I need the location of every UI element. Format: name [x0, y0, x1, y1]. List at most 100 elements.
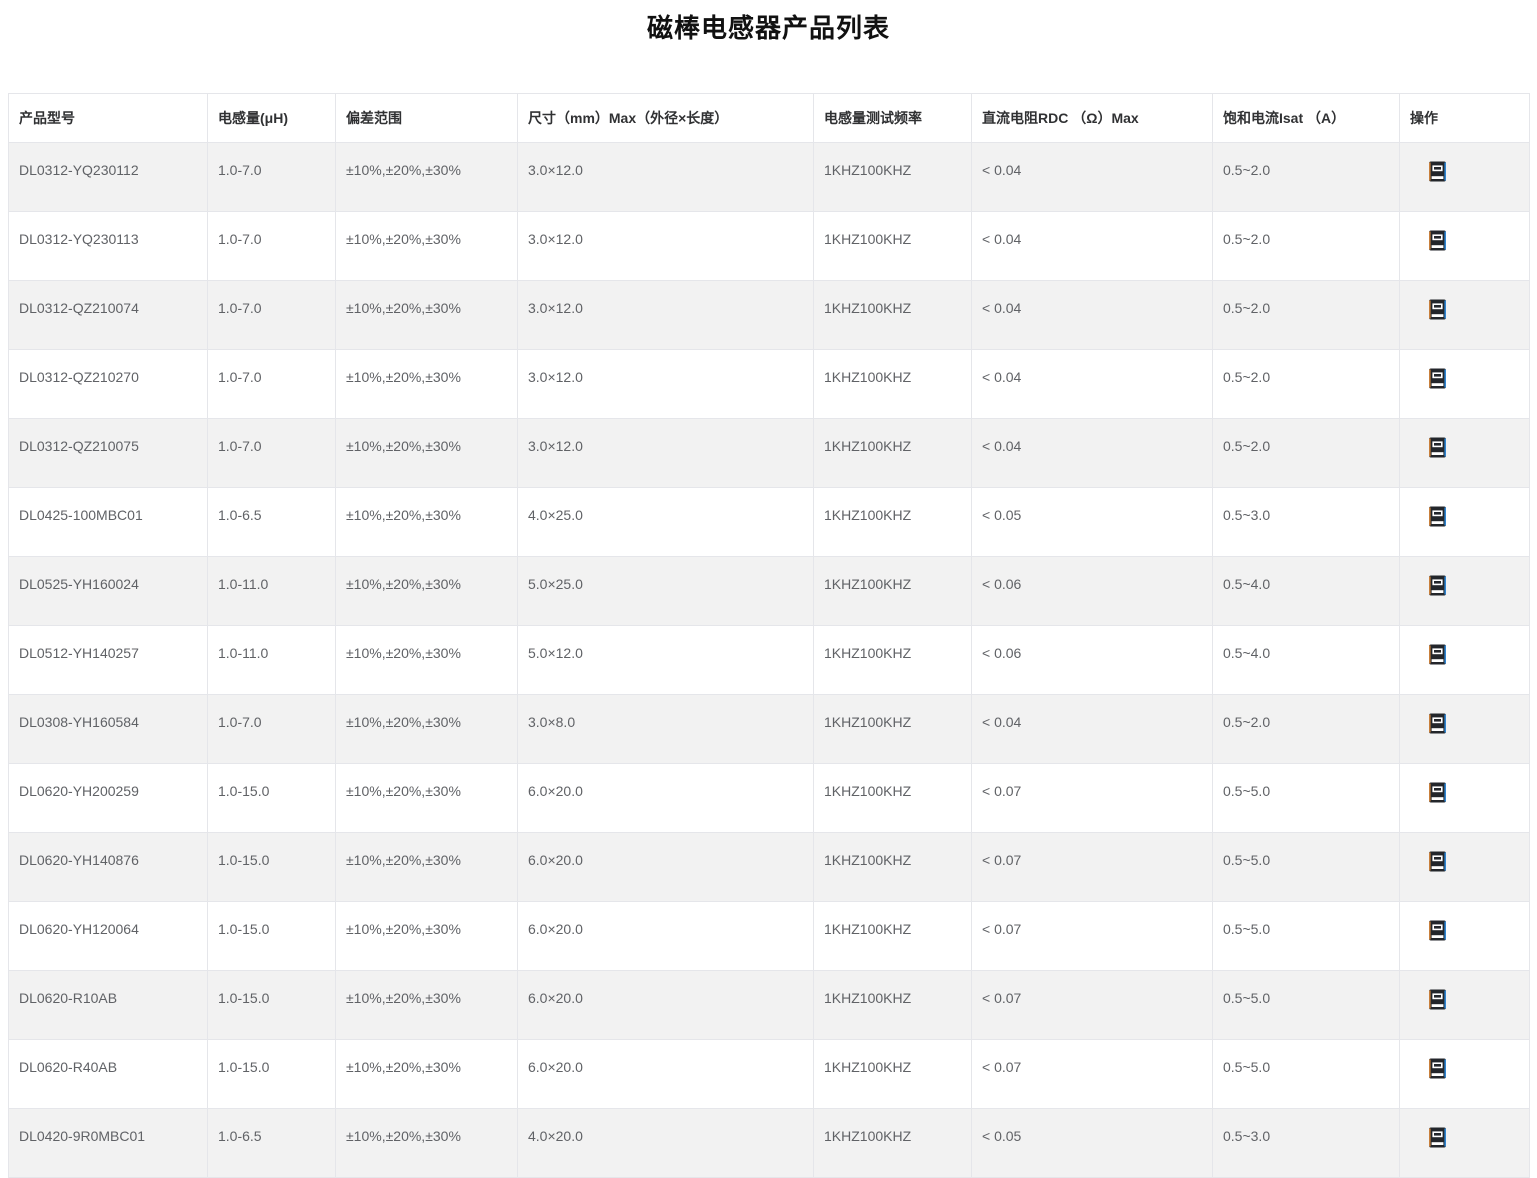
- cell-tolerance: ±10%,±20%,±30%: [335, 1039, 518, 1109]
- cell-rdc: < 0.07: [971, 901, 1213, 971]
- cell-action: [1399, 1108, 1530, 1178]
- cell-size: 6.0×20.0: [517, 763, 814, 833]
- cell-isat: 0.5~5.0: [1212, 763, 1400, 833]
- book-icon: [1428, 851, 1447, 872]
- table-body: DL0312-YQ230112 1.0-7.0 ±10%,±20%,±30% 3…: [8, 142, 1530, 1178]
- cell-isat: 0.5~2.0: [1212, 280, 1400, 350]
- cell-inductance: 1.0-15.0: [207, 1039, 336, 1109]
- cell-model: DL0312-QZ210074: [8, 280, 208, 350]
- cell-test-freq: 1KHZ100KHZ: [813, 349, 972, 419]
- table-row: DL0620-YH120064 1.0-15.0 ±10%,±20%,±30% …: [8, 901, 1530, 971]
- cell-model: DL0620-YH120064: [8, 901, 208, 971]
- table-row: DL0620-R40AB 1.0-15.0 ±10%,±20%,±30% 6.0…: [8, 1039, 1530, 1109]
- book-icon: [1428, 575, 1447, 596]
- cell-size: 3.0×8.0: [517, 694, 814, 764]
- cell-test-freq: 1KHZ100KHZ: [813, 1039, 972, 1109]
- cell-action: [1399, 349, 1530, 419]
- cell-size: 3.0×12.0: [517, 418, 814, 488]
- book-icon: [1428, 368, 1447, 389]
- view-detail-button[interactable]: [1428, 989, 1447, 1010]
- cell-inductance: 1.0-7.0: [207, 211, 336, 281]
- cell-size: 6.0×20.0: [517, 832, 814, 902]
- cell-inductance: 1.0-15.0: [207, 832, 336, 902]
- cell-test-freq: 1KHZ100KHZ: [813, 280, 972, 350]
- cell-model: DL0620-YH140876: [8, 832, 208, 902]
- cell-size: 5.0×25.0: [517, 556, 814, 626]
- cell-action: [1399, 625, 1530, 695]
- cell-rdc: < 0.07: [971, 970, 1213, 1040]
- col-header-tolerance: 偏差范围: [335, 93, 518, 143]
- cell-test-freq: 1KHZ100KHZ: [813, 211, 972, 281]
- view-detail-button[interactable]: [1428, 161, 1447, 182]
- view-detail-button[interactable]: [1428, 713, 1447, 734]
- page-title: 磁棒电感器产品列表: [646, 13, 890, 43]
- col-header-test-freq: 电感量测试频率: [813, 93, 972, 143]
- cell-action: [1399, 694, 1530, 764]
- cell-isat: 0.5~5.0: [1212, 970, 1400, 1040]
- product-table: 产品型号 电感量(μH) 偏差范围 尺寸（mm）Max（外径×长度） 电感量测试…: [8, 93, 1530, 1178]
- view-detail-button[interactable]: [1428, 851, 1447, 872]
- view-detail-button[interactable]: [1428, 230, 1447, 251]
- cell-test-freq: 1KHZ100KHZ: [813, 970, 972, 1040]
- cell-inductance: 1.0-6.5: [207, 1108, 336, 1178]
- view-detail-button[interactable]: [1428, 299, 1447, 320]
- cell-model: DL0525-YH160024: [8, 556, 208, 626]
- book-icon: [1428, 1058, 1447, 1079]
- view-detail-button[interactable]: [1428, 575, 1447, 596]
- cell-test-freq: 1KHZ100KHZ: [813, 625, 972, 695]
- cell-action: [1399, 280, 1530, 350]
- book-icon: [1428, 644, 1447, 665]
- cell-size: 3.0×12.0: [517, 280, 814, 350]
- cell-isat: 0.5~3.0: [1212, 487, 1400, 557]
- cell-isat: 0.5~2.0: [1212, 211, 1400, 281]
- cell-isat: 0.5~4.0: [1212, 556, 1400, 626]
- col-header-size: 尺寸（mm）Max（外径×长度）: [517, 93, 814, 143]
- view-detail-button[interactable]: [1428, 506, 1447, 527]
- cell-rdc: < 0.04: [971, 694, 1213, 764]
- table-row: DL0312-QZ210075 1.0-7.0 ±10%,±20%,±30% 3…: [8, 418, 1530, 488]
- cell-tolerance: ±10%,±20%,±30%: [335, 625, 518, 695]
- cell-isat: 0.5~5.0: [1212, 1039, 1400, 1109]
- cell-rdc: < 0.04: [971, 280, 1213, 350]
- col-header-rdc: 直流电阻RDC （Ω）Max: [971, 93, 1213, 143]
- col-header-action: 操作: [1399, 93, 1530, 143]
- table-row: DL0620-YH200259 1.0-15.0 ±10%,±20%,±30% …: [8, 763, 1530, 833]
- cell-test-freq: 1KHZ100KHZ: [813, 763, 972, 833]
- view-detail-button[interactable]: [1428, 1127, 1447, 1148]
- cell-model: DL0620-YH200259: [8, 763, 208, 833]
- cell-isat: 0.5~5.0: [1212, 832, 1400, 902]
- view-detail-button[interactable]: [1428, 437, 1447, 458]
- cell-tolerance: ±10%,±20%,±30%: [335, 1108, 518, 1178]
- cell-rdc: < 0.07: [971, 763, 1213, 833]
- cell-model: DL0620-R40AB: [8, 1039, 208, 1109]
- book-icon: [1428, 299, 1447, 320]
- col-header-inductance: 电感量(μH): [207, 93, 336, 143]
- cell-tolerance: ±10%,±20%,±30%: [335, 142, 518, 212]
- table-row: DL0312-QZ210074 1.0-7.0 ±10%,±20%,±30% 3…: [8, 280, 1530, 350]
- cell-test-freq: 1KHZ100KHZ: [813, 901, 972, 971]
- view-detail-button[interactable]: [1428, 920, 1447, 941]
- cell-action: [1399, 418, 1530, 488]
- cell-isat: 0.5~2.0: [1212, 694, 1400, 764]
- view-detail-button[interactable]: [1428, 1058, 1447, 1079]
- cell-action: [1399, 763, 1530, 833]
- cell-test-freq: 1KHZ100KHZ: [813, 487, 972, 557]
- cell-size: 6.0×20.0: [517, 1039, 814, 1109]
- table-row: DL0308-YH160584 1.0-7.0 ±10%,±20%,±30% 3…: [8, 694, 1530, 764]
- book-icon: [1428, 920, 1447, 941]
- cell-inductance: 1.0-7.0: [207, 280, 336, 350]
- cell-tolerance: ±10%,±20%,±30%: [335, 763, 518, 833]
- view-detail-button[interactable]: [1428, 368, 1447, 389]
- cell-action: [1399, 901, 1530, 971]
- cell-tolerance: ±10%,±20%,±30%: [335, 970, 518, 1040]
- cell-size: 3.0×12.0: [517, 349, 814, 419]
- view-detail-button[interactable]: [1428, 782, 1447, 803]
- cell-model: DL0425-100MBC01: [8, 487, 208, 557]
- cell-tolerance: ±10%,±20%,±30%: [335, 418, 518, 488]
- cell-test-freq: 1KHZ100KHZ: [813, 556, 972, 626]
- table-row: DL0312-QZ210270 1.0-7.0 ±10%,±20%,±30% 3…: [8, 349, 1530, 419]
- cell-model: DL0312-YQ230112: [8, 142, 208, 212]
- cell-isat: 0.5~3.0: [1212, 1108, 1400, 1178]
- view-detail-button[interactable]: [1428, 644, 1447, 665]
- cell-inductance: 1.0-15.0: [207, 763, 336, 833]
